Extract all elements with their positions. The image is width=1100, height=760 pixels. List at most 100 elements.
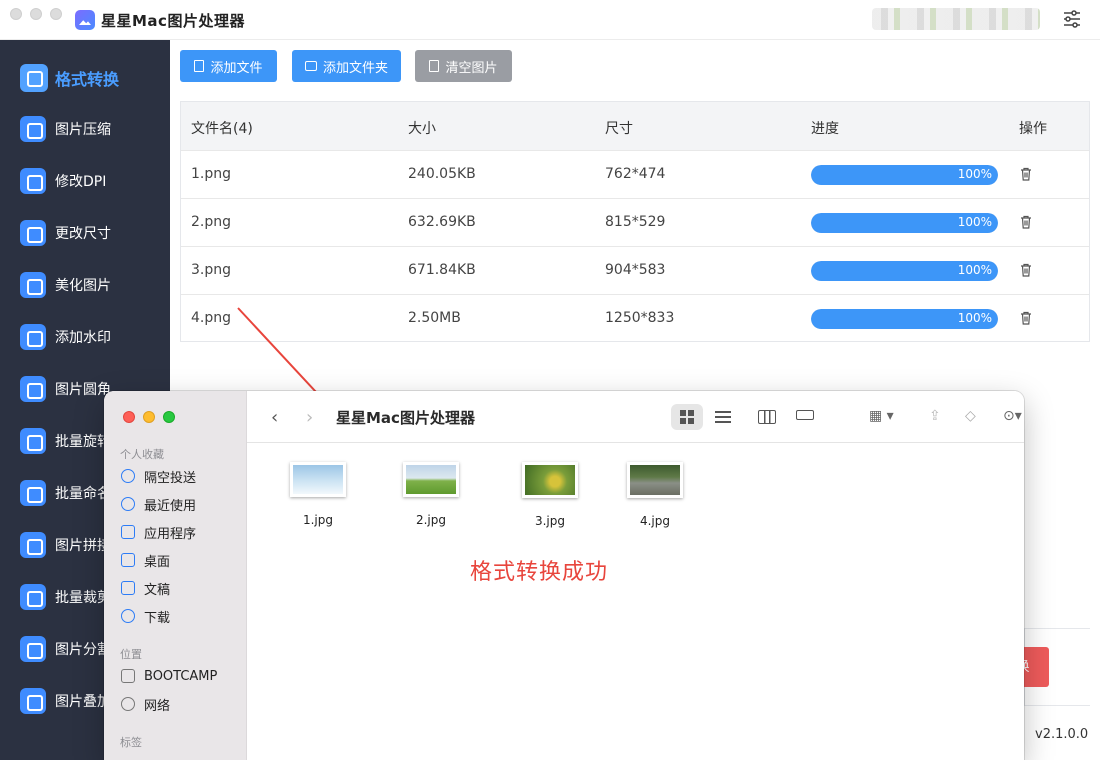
delete-row-icon[interactable] bbox=[1020, 311, 1032, 325]
app-title: 星星Mac图片处理器 bbox=[101, 12, 245, 30]
file-item[interactable]: 3.jpg bbox=[505, 462, 595, 528]
sidebar-item-label: 批量旋转 bbox=[55, 434, 111, 450]
add-file-button[interactable]: 添加文件 bbox=[180, 50, 277, 82]
progress-text: 100% bbox=[957, 263, 992, 277]
applications-icon bbox=[121, 525, 135, 539]
header-filename: 文件名(4) bbox=[191, 121, 253, 137]
finder-window: 个人收藏 隔空投送 最近使用 应用程序 桌面 文稿 下载 位置 BOOTCAMP… bbox=[104, 391, 1024, 760]
cell-size: 632.69KB bbox=[408, 214, 476, 230]
close-window-button[interactable] bbox=[10, 8, 22, 20]
finder-window-title: 星星Mac图片处理器 bbox=[336, 409, 475, 427]
cell-filename: 1.png bbox=[191, 166, 232, 182]
desktop-icon bbox=[121, 553, 135, 567]
group-by-icon[interactable]: ▦ ▾ bbox=[869, 408, 894, 424]
finder-item-label: 文稿 bbox=[144, 582, 171, 598]
header-size: 大小 bbox=[408, 121, 436, 137]
file-item[interactable]: 4.jpg bbox=[610, 462, 700, 528]
finder-item-desktop[interactable]: 桌面 bbox=[121, 549, 170, 571]
cell-dimensions: 762*474 bbox=[605, 166, 666, 182]
file-thumbnail bbox=[403, 462, 459, 497]
file-name: 3.jpg bbox=[534, 514, 566, 528]
cell-filename: 3.png bbox=[191, 262, 232, 278]
sidebar-item-label: 批量裁剪 bbox=[55, 590, 111, 606]
header-dimensions: 尺寸 bbox=[605, 121, 633, 137]
file-icon bbox=[194, 60, 205, 72]
gallery-view-button[interactable] bbox=[789, 404, 821, 430]
column-view-button[interactable] bbox=[751, 404, 783, 430]
trash-icon bbox=[429, 60, 440, 72]
cell-dimensions: 1250*833 bbox=[605, 310, 675, 326]
cell-size: 2.50MB bbox=[408, 310, 461, 326]
list-view-icon bbox=[715, 411, 731, 423]
file-thumbnail bbox=[290, 462, 346, 497]
add-file-label: 添加文件 bbox=[210, 60, 263, 76]
delete-row-icon[interactable] bbox=[1020, 215, 1032, 229]
sidebar-item-watermark[interactable]: 添加水印 bbox=[0, 315, 170, 359]
finder-item-label: 下载 bbox=[144, 610, 171, 626]
list-view-button[interactable] bbox=[707, 404, 739, 430]
user-account-area[interactable] bbox=[872, 8, 1040, 30]
finder-item-documents[interactable]: 文稿 bbox=[121, 577, 170, 599]
app-logo-icon bbox=[75, 10, 95, 30]
table-header: 文件名(4) 大小 尺寸 进度 操作 bbox=[181, 102, 1089, 150]
progress-text: 100% bbox=[957, 167, 992, 181]
finder-item-label: 应用程序 bbox=[144, 526, 197, 542]
file-item[interactable]: 2.jpg bbox=[386, 462, 476, 527]
overlay-icon bbox=[20, 688, 46, 714]
sidebar-item-format-convert[interactable]: 格式转换 bbox=[0, 56, 170, 100]
finder-item-applications[interactable]: 应用程序 bbox=[121, 521, 196, 543]
clear-images-button[interactable]: 清空图片 bbox=[415, 50, 512, 82]
more-actions-icon[interactable]: ⊙▾ bbox=[1003, 408, 1022, 424]
download-icon bbox=[121, 609, 135, 623]
tag-icon[interactable]: ◇ bbox=[965, 408, 976, 424]
file-item[interactable]: 1.jpg bbox=[273, 462, 363, 527]
finder-item-label: 网络 bbox=[144, 698, 171, 714]
finder-zoom-button[interactable] bbox=[163, 411, 175, 423]
add-folder-button[interactable]: 添加文件夹 bbox=[292, 50, 401, 82]
sidebar-item-label: 图片叠加 bbox=[55, 694, 111, 710]
image-format-icon bbox=[20, 64, 48, 92]
sidebar-item-compress[interactable]: 图片压缩 bbox=[0, 107, 170, 151]
minimize-window-button[interactable] bbox=[30, 8, 42, 20]
finder-item-label: 桌面 bbox=[144, 554, 171, 570]
file-thumbnail bbox=[522, 462, 578, 498]
compress-icon bbox=[20, 116, 46, 142]
file-thumbnail bbox=[627, 462, 683, 498]
sidebar-item-label: 图片圆角 bbox=[55, 382, 111, 398]
finder-item-network[interactable]: 网络 bbox=[121, 693, 170, 715]
settings-sliders-icon[interactable] bbox=[1063, 10, 1081, 28]
sidebar-item-dpi[interactable]: 修改DPI bbox=[0, 159, 170, 203]
airdrop-icon bbox=[121, 469, 135, 483]
file-name: 4.jpg bbox=[639, 514, 671, 528]
share-icon[interactable]: ⇪ bbox=[929, 408, 941, 424]
finder-item-recents[interactable]: 最近使用 bbox=[121, 493, 196, 515]
success-annotation-text: 格式转换成功 bbox=[470, 560, 609, 585]
table-row: 1.png 240.05KB 762*474 100% bbox=[181, 150, 1089, 198]
finder-minimize-button[interactable] bbox=[143, 411, 155, 423]
table-row: 3.png 671.84KB 904*583 100% bbox=[181, 246, 1089, 294]
watermark-icon bbox=[20, 324, 46, 350]
sidebar-item-label: 图片分割 bbox=[55, 642, 111, 658]
clock-icon bbox=[121, 497, 135, 511]
progress-text: 100% bbox=[957, 311, 992, 325]
finder-close-button[interactable] bbox=[123, 411, 135, 423]
icon-view-button[interactable] bbox=[671, 404, 703, 430]
sidebar-item-label: 美化图片 bbox=[55, 278, 111, 294]
grid-view-icon bbox=[680, 410, 694, 424]
delete-row-icon[interactable] bbox=[1020, 167, 1032, 181]
crop-icon bbox=[20, 584, 46, 610]
disk-icon bbox=[121, 669, 135, 683]
tags-section-title: 标签 bbox=[120, 736, 142, 749]
sidebar-item-resize[interactable]: 更改尺寸 bbox=[0, 211, 170, 255]
delete-row-icon[interactable] bbox=[1020, 263, 1032, 277]
back-chevron-icon[interactable]: ‹ bbox=[271, 407, 278, 428]
forward-chevron-icon[interactable]: › bbox=[306, 407, 313, 428]
zoom-window-button[interactable] bbox=[50, 8, 62, 20]
finder-item-downloads[interactable]: 下载 bbox=[121, 605, 170, 627]
progress-text: 100% bbox=[957, 215, 992, 229]
finder-item-airdrop[interactable]: 隔空投送 bbox=[121, 465, 196, 487]
sidebar-item-beautify[interactable]: 美化图片 bbox=[0, 263, 170, 307]
finder-item-bootcamp[interactable]: BOOTCAMP bbox=[121, 665, 217, 687]
finder-item-label: 最近使用 bbox=[144, 498, 197, 514]
cell-dimensions: 815*529 bbox=[605, 214, 666, 230]
